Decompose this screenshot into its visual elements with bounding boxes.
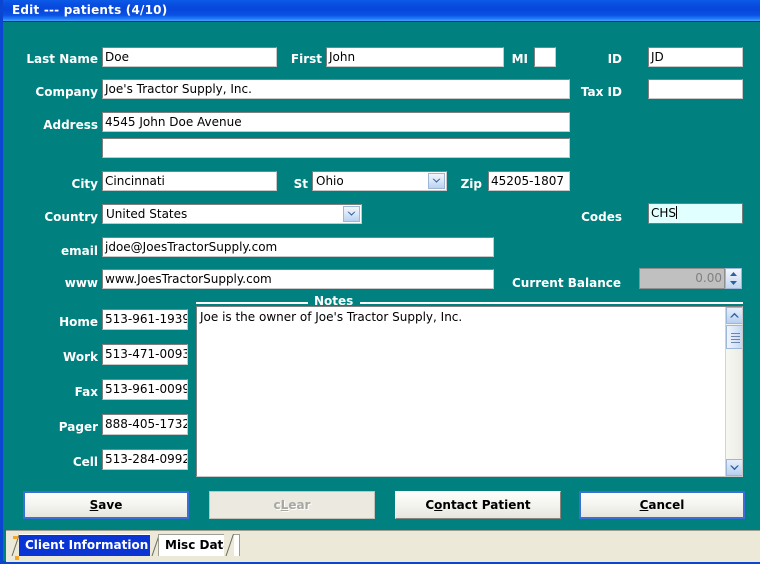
country-combobox[interactable]: United States [102,204,362,224]
company-input[interactable]: Joe's Tractor Supply, Inc. [102,79,570,99]
form-area: Last Name Doe First John MI ID JD Compan… [6,22,760,530]
city-label: City [71,177,98,191]
title-bar[interactable]: Edit --- patients (4/10) [3,0,760,22]
mi-input[interactable] [534,47,556,67]
pager-label: Pager [58,420,98,434]
notes-scrollbar[interactable] [725,307,742,476]
scroll-thumb-grip [731,342,740,343]
tab-active-accent-left [13,536,18,539]
save-button[interactable]: Save [23,491,189,519]
notes-textarea[interactable]: Joe is the owner of Joe's Tractor Supply… [196,306,743,477]
contact-patient-button[interactable]: Contact Patient [395,491,561,519]
codes-input[interactable]: CHS [648,203,743,224]
id-label: ID [607,52,622,66]
tab-misc-data-label: Misc Data [165,538,232,552]
home-phone-input[interactable]: 513-961-1939 [102,309,188,330]
work-phone-input[interactable]: 513-471-0093 [102,344,188,365]
window-frame: Edit --- patients (4/10) Last Name Doe F… [0,0,760,564]
country-label: Country [44,210,98,224]
fax-label: Fax [74,385,98,399]
chevron-down-icon [347,211,356,216]
address-line2-input[interactable] [102,138,570,158]
city-input[interactable]: Cincinnati [102,171,277,191]
codes-label: Codes [581,210,622,224]
www-label: www [64,276,98,290]
company-label: Company [35,85,98,99]
current-balance-label: Current Balance [511,276,621,290]
tab-active-accent [15,556,19,560]
email-input[interactable]: jdoe@JoesTractorSupply.com [102,237,494,257]
spinner-arrows-icon [730,272,737,285]
zip-input[interactable]: 45205-1807 [488,171,570,191]
address-line1-input[interactable]: 4545 John Doe Avenue [102,112,570,132]
tab-strip: Client Information Misc Data [6,530,760,562]
notes-text-content: Joe is the owner of Joe's Tractor Supply… [200,310,463,324]
zip-label: Zip [460,177,482,191]
scroll-thumb-grip [731,339,740,340]
state-combobox-button[interactable] [428,173,445,189]
current-balance-input: 0.00 [639,268,725,289]
patient-edit-window: Edit --- patients (4/10) Last Name Doe F… [0,0,760,564]
pager-input[interactable]: 888-405-1732 [102,414,188,435]
clear-button: cLear [209,491,375,519]
mi-label: MI [511,52,528,66]
codes-input-value: CHS [651,206,677,220]
state-combobox[interactable]: Ohio [312,171,447,191]
email-label: email [61,244,98,258]
address-label: Address [43,118,98,132]
clear-button-label: cLear [273,498,311,512]
cell-label: Cell [72,455,98,469]
scroll-thumb-grip [731,333,740,334]
last-name-input[interactable]: Doe [102,47,277,67]
scroll-up-button[interactable] [726,307,742,324]
cancel-button-label: Cancel [639,498,685,512]
notes-groupbox-line-left [196,302,308,304]
tab-right-slant [224,534,234,556]
notes-groupbox: Notes Joe is the owner of Joe's Tractor … [196,294,743,477]
country-combobox-button[interactable] [343,206,360,222]
contact-patient-button-label: Contact Patient [425,498,531,512]
scroll-down-button[interactable] [726,459,742,476]
chevron-up-icon [730,312,739,318]
chevron-down-icon [432,178,441,183]
tab-client-information[interactable]: Client Information [19,534,157,556]
www-input[interactable]: www.JoesTractorSupply.com [102,269,494,289]
scroll-thumb[interactable] [726,325,742,349]
last-name-label: Last Name [26,52,98,66]
home-phone-label: Home [59,315,98,329]
text-caret [676,206,678,219]
current-balance-spinner[interactable] [725,268,742,289]
first-name-label: First [290,52,322,66]
tab-client-information-label: Client Information [25,538,149,552]
tax-id-label: Tax ID [580,85,622,99]
work-phone-label: Work [63,350,98,364]
state-label: St [293,177,308,191]
id-input[interactable]: JD [648,47,743,67]
save-button-label: Save [89,498,123,512]
cancel-button[interactable]: Cancel [579,491,745,519]
fax-input[interactable]: 513-961-0099 [102,379,188,400]
scroll-thumb-grip [731,336,740,337]
state-combobox-value: Ohio [316,174,344,188]
first-name-input[interactable]: John [326,47,504,67]
country-combobox-value: United States [106,207,188,221]
cell-input[interactable]: 513-284-0992 [102,449,188,470]
tax-id-input[interactable] [648,79,743,99]
chevron-down-icon [730,465,739,471]
notes-groupbox-line-right [360,302,743,304]
window-title: Edit --- patients (4/10) [12,3,168,17]
